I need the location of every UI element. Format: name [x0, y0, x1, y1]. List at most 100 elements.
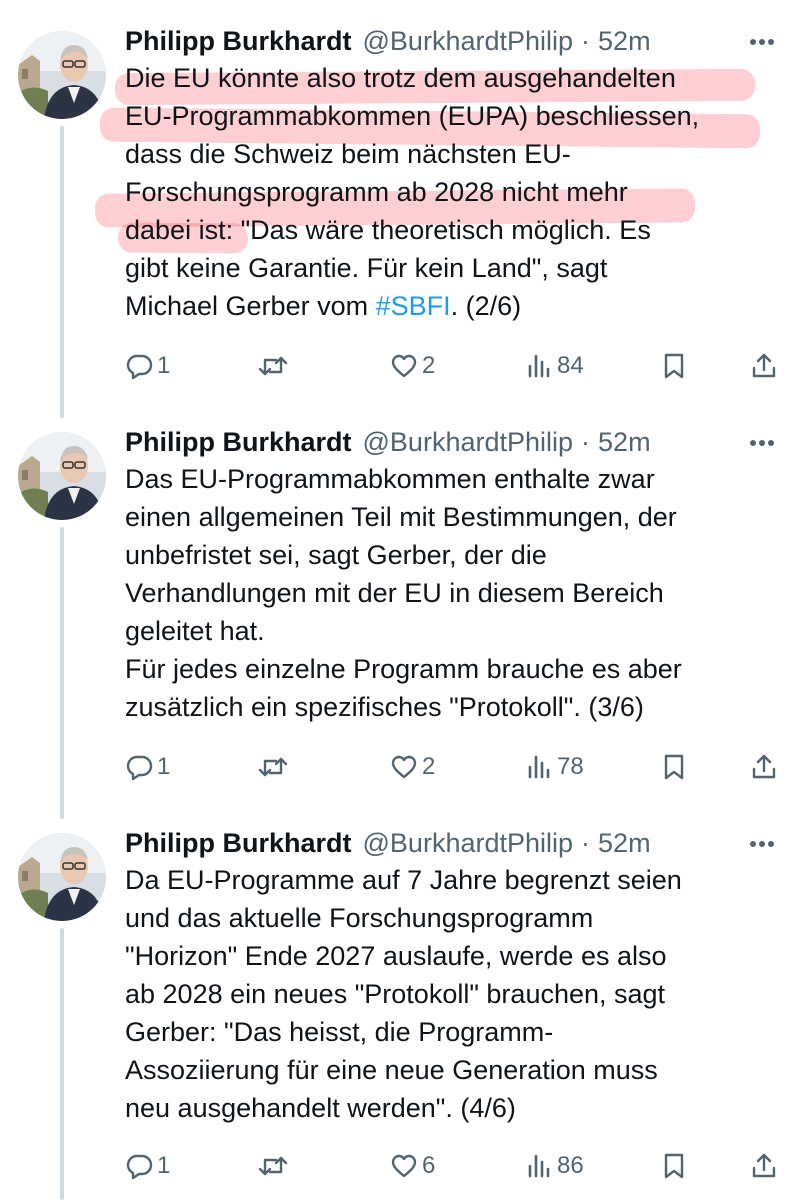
avatar[interactable]	[18, 833, 106, 921]
tweet-text-line: Da EU-Programme auf 7 Jahre begrenzt sei…	[125, 865, 682, 895]
tweet-text-line: EU-Programmabkommen (EUPA) beschliessen,	[125, 101, 700, 131]
share-upload-icon	[750, 753, 778, 781]
more-horizontal-icon[interactable]	[747, 428, 777, 458]
tweet-text-line: gibt keine Garantie. Für kein Land", sag…	[125, 253, 608, 283]
tweet[interactable]: Philipp Burkhardt @BurkhardtPhilip · 52m…	[0, 23, 801, 393]
reply-count: 1	[157, 753, 171, 780]
views-count: 86	[557, 1152, 584, 1179]
bookmark-button[interactable]	[662, 1146, 686, 1186]
repost-arrows-icon	[258, 352, 288, 380]
more-horizontal-icon[interactable]	[747, 27, 777, 57]
tweet[interactable]: Philipp Burkhardt @BurkhardtPhilip · 52m…	[0, 825, 801, 1200]
heart-icon	[390, 352, 418, 380]
views-bars-icon	[527, 1152, 553, 1180]
bookmark-button[interactable]	[662, 346, 686, 386]
timestamp[interactable]: 52m	[598, 26, 651, 57]
tweet-actions: 1 6 86	[125, 1146, 785, 1186]
tweet-header: Philipp Burkhardt @BurkhardtPhilip · 52m	[125, 424, 651, 460]
repost-button[interactable]	[258, 747, 292, 787]
avatar[interactable]	[18, 31, 106, 119]
bookmark-icon	[662, 352, 686, 380]
views-button[interactable]: 84	[527, 346, 584, 386]
more-horizontal-icon[interactable]	[747, 829, 777, 859]
share-button[interactable]	[750, 747, 778, 787]
like-count: 2	[422, 753, 436, 780]
repost-button[interactable]	[258, 1146, 292, 1186]
reply-count: 1	[157, 352, 171, 379]
author-handle[interactable]: @BurkhardtPhilip	[363, 26, 574, 57]
tweet-text-line: Forschungsprogramm ab 2028 nicht mehr	[125, 177, 628, 207]
views-count: 84	[557, 352, 584, 379]
tweet-text-line: dass die Schweiz beim nächsten EU-	[125, 139, 571, 169]
bookmark-button[interactable]	[662, 747, 686, 787]
reply-bubble-icon	[125, 352, 153, 380]
avatar[interactable]	[18, 432, 106, 520]
tweet-text-line: Die EU könnte also trotz dem ausgehandel…	[125, 63, 676, 93]
like-button[interactable]: 6	[390, 1146, 435, 1186]
tweet-text-line: Gerber: "Das heisst, die Programm-	[125, 1017, 554, 1047]
tweet-text-line: geleitet hat.	[125, 616, 265, 646]
tweet-text-line: neu ausgehandelt werden". (4/6)	[125, 1093, 516, 1123]
author-handle[interactable]: @BurkhardtPhilip	[363, 828, 574, 859]
reply-bubble-icon	[125, 1152, 153, 1180]
tweet-header: Philipp Burkhardt @BurkhardtPhilip · 52m	[125, 825, 651, 861]
share-upload-icon	[750, 352, 778, 380]
author-name[interactable]: Philipp Burkhardt	[125, 828, 352, 859]
bookmark-icon	[662, 1152, 686, 1180]
separator-dot: ·	[581, 827, 591, 858]
tweet-text-line: "Horizon" Ende 2027 auslaufe, werde es a…	[125, 941, 667, 971]
views-bars-icon	[527, 352, 553, 380]
tweet-text-line: Michael Gerber vom #SBFI. (2/6)	[125, 287, 785, 325]
tweet-header: Philipp Burkhardt @BurkhardtPhilip · 52m	[125, 23, 651, 59]
text-segment: . (2/6)	[450, 291, 522, 321]
timestamp[interactable]: 52m	[598, 427, 651, 458]
heart-icon	[390, 753, 418, 781]
separator-dot: ·	[581, 25, 591, 56]
reply-count: 1	[157, 1152, 171, 1179]
tweet-text-line: Verhandlungen mit der EU in diesem Berei…	[125, 578, 664, 608]
like-button[interactable]: 2	[390, 346, 435, 386]
text-segment: Michael Gerber vom	[125, 291, 376, 321]
timestamp[interactable]: 52m	[598, 828, 651, 859]
share-button[interactable]	[750, 1146, 778, 1186]
share-upload-icon	[750, 1152, 778, 1180]
tweet[interactable]: Philipp Burkhardt @BurkhardtPhilip · 52m…	[0, 424, 801, 804]
tweet-text-line: dabei ist: "Das wäre theoretisch möglich…	[125, 215, 651, 245]
heart-icon	[390, 1152, 418, 1180]
repost-button[interactable]	[258, 346, 292, 386]
tweet-text: Die EU könnte also trotz dem ausgehandel…	[125, 59, 785, 325]
views-button[interactable]: 78	[527, 747, 584, 787]
author-handle[interactable]: @BurkhardtPhilip	[363, 427, 574, 458]
author-name[interactable]: Philipp Burkhardt	[125, 26, 352, 57]
tweet-text-line: unbefristet sei, sagt Gerber, der die	[125, 540, 547, 570]
tweet-text-line: Für jedes einzelne Programm brauche es a…	[125, 654, 682, 684]
profile-photo	[18, 833, 106, 921]
reply-button[interactable]: 1	[125, 1146, 170, 1186]
tweet-text: Das EU-Programmabkommen enthalte zwar ei…	[125, 460, 785, 726]
views-button[interactable]: 86	[527, 1146, 584, 1186]
tweet-text: Da EU-Programme auf 7 Jahre begrenzt sei…	[125, 861, 785, 1127]
bookmark-icon	[662, 753, 686, 781]
views-bars-icon	[527, 753, 553, 781]
like-button[interactable]: 2	[390, 747, 435, 787]
repost-arrows-icon	[258, 753, 288, 781]
tweet-text-line: Das EU-Programmabkommen enthalte zwar	[125, 464, 655, 494]
views-count: 78	[557, 753, 584, 780]
tweet-actions: 1 2 84	[125, 346, 785, 386]
share-button[interactable]	[750, 346, 778, 386]
tweet-text-line: ab 2028 ein neues "Protokoll" brauchen, …	[125, 979, 666, 1009]
tweet-actions: 1 2 78	[125, 747, 785, 787]
like-count: 6	[422, 1152, 436, 1179]
like-count: 2	[422, 352, 436, 379]
profile-photo	[18, 432, 106, 520]
tweet-text-line: zusätzlich ein spezifisches "Protokoll".…	[125, 692, 644, 722]
reply-button[interactable]: 1	[125, 747, 170, 787]
tweet-text-line: und das aktuelle Forschungsprogramm	[125, 903, 594, 933]
repost-arrows-icon	[258, 1152, 288, 1180]
separator-dot: ·	[581, 426, 591, 457]
hashtag-link[interactable]: #SBFI	[376, 291, 451, 321]
tweet-text-line: Assoziierung für eine neue Generation mu…	[125, 1055, 658, 1085]
reply-button[interactable]: 1	[125, 346, 170, 386]
reply-bubble-icon	[125, 753, 153, 781]
author-name[interactable]: Philipp Burkhardt	[125, 427, 352, 458]
